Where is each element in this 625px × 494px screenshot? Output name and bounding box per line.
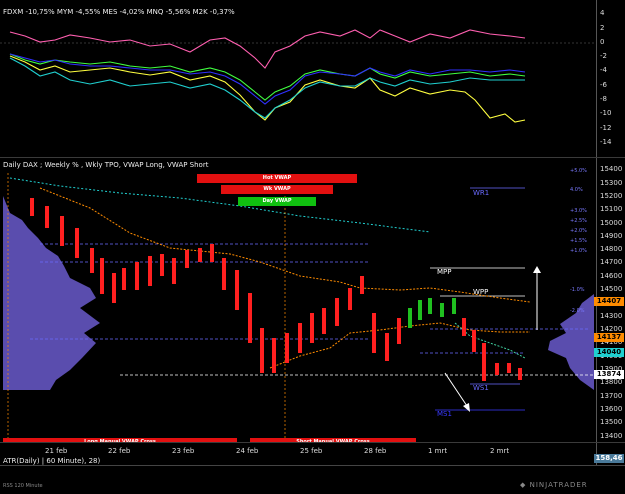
candles (30, 198, 522, 381)
tpo-profile-left (3, 196, 100, 390)
pct-label: 4.0% (570, 187, 583, 193)
x-tick: 28 feb (364, 447, 387, 455)
y-tick: -14 (600, 138, 612, 146)
y-tick: 0 (600, 38, 605, 46)
atr-value-tag: 158,46 (594, 454, 624, 463)
pct-label: +1.5% (570, 238, 587, 244)
wk-vwap-bar: Wk VWAP (221, 185, 333, 194)
y-tick: 15200 (600, 192, 623, 200)
price-tag-last: 13874 (594, 370, 624, 379)
y-tick: 14500 (600, 285, 623, 293)
pct-label: +2.0% (570, 228, 587, 234)
y-tick: 15000 (600, 219, 623, 227)
price-tag-vwap-short: 14137 (594, 333, 624, 342)
y-tick: -2 (600, 52, 607, 60)
y-tick: -4 (600, 66, 607, 74)
y-tick: -6 (600, 81, 607, 89)
x-tick: 23 feb (172, 447, 195, 455)
wr1-label: WR1 (473, 189, 490, 197)
mpp-label: MPP (437, 268, 452, 276)
x-tick: 22 feb (108, 447, 131, 455)
y-tick: 14800 (600, 245, 623, 253)
main-chart-panel[interactable]: Daily DAX ; Weekly % , Wkly TPO, VWAP Lo… (0, 158, 596, 447)
ninjatrader-logo: ◆ NINJATRADER (520, 481, 588, 489)
ms1-label: MS1 (437, 410, 452, 418)
x-tick: 24 feb (236, 447, 259, 455)
y-tick: 13800 (600, 378, 623, 386)
y-tick: 14700 (600, 258, 623, 266)
day-vwap-bar: Day VWAP (238, 197, 316, 206)
y-tick: 14300 (600, 312, 623, 320)
x-tick: 1 mrt (428, 447, 448, 455)
y-tick: -10 (600, 109, 612, 117)
y-tick: 4 (600, 9, 605, 17)
pct-label: +1.0% (570, 248, 587, 254)
x-tick: 2 mrt (490, 447, 510, 455)
y-tick: 15100 (600, 205, 623, 213)
pct-label: +3.0% (570, 208, 587, 214)
wpp-label: WPP (473, 288, 489, 296)
mnq-line (9, 53, 526, 105)
y-tick: -8 (600, 95, 607, 103)
brand-text: NINJATRADER (529, 481, 588, 489)
y-tick: 14200 (600, 325, 623, 333)
logo-icon: ◆ (520, 481, 530, 489)
hot-vwap-bar: Hot VWAP (197, 174, 357, 183)
comparison-chart (0, 29, 596, 123)
vwap-cyan (9, 177, 431, 233)
atr-header: ATR(Daily) | 60 Minute), 28) (3, 457, 101, 465)
y-tick: 13600 (600, 405, 623, 413)
y-tick: 2 (600, 24, 605, 32)
price-tag-teal: 14040 (594, 348, 624, 357)
y-tick: 15300 (600, 179, 623, 187)
price-tag-vwap-long: 14407 (594, 297, 624, 306)
pct-label: +2.5% (570, 218, 587, 224)
pct-label: -2.0% (570, 308, 585, 314)
pct-label: +5.0% (570, 168, 587, 174)
y-tick: 13400 (600, 432, 623, 440)
comparison-panel[interactable]: FDXM -10,75% MYM -4,55% MES -4,02% MNQ -… (0, 0, 596, 157)
y-tick: 14900 (600, 232, 623, 240)
y-tick: 15400 (600, 165, 623, 173)
x-tick: 25 feb (300, 447, 323, 455)
x-axis (0, 465, 625, 494)
y-tick: 14600 (600, 272, 623, 280)
y-tick: 13700 (600, 392, 623, 400)
x-tick: 21 feb (45, 447, 68, 455)
m2k-line (9, 57, 525, 119)
fdxm-line (9, 29, 526, 69)
ws1-label: WS1 (473, 384, 489, 392)
y-tick: -12 (600, 124, 612, 132)
mes-line (9, 53, 526, 101)
y-tick: 13500 (600, 418, 623, 426)
pct-label: -1.0% (570, 287, 585, 293)
footer-label: RSS 120 Minute (3, 483, 43, 489)
